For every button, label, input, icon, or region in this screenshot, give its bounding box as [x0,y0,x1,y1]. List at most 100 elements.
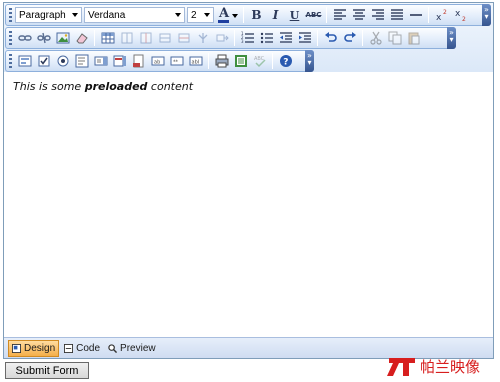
cut-button[interactable] [366,29,385,47]
font-select-value: Verdana [88,9,126,21]
table-column-icon [121,32,132,44]
insert-listbox-button[interactable] [110,52,129,70]
separator [362,30,363,46]
spellcheck-icon: ABC [254,56,266,68]
code-mode-label: Code [76,342,101,354]
svg-text:2: 2 [462,16,466,22]
toolbar-grip[interactable] [9,30,12,46]
submit-form-button[interactable]: Submit Form [5,362,89,379]
remove-link-button[interactable] [34,29,53,47]
format-select-value: Paragraph [19,9,66,21]
chevron-down-icon [204,13,210,17]
ordered-list-button[interactable]: 123 [238,29,257,47]
align-right-icon [371,9,384,20]
editor-content[interactable]: This is some preloaded content [13,80,483,93]
print-button[interactable] [212,52,231,70]
spell-check-button[interactable]: ABC [250,52,269,70]
svg-text:**: ** [173,60,179,66]
superscript-button[interactable]: x2 [432,6,451,24]
separator [234,30,235,46]
help-button[interactable]: ? [276,52,295,70]
toolbar-overflow-icon[interactable]: » ▾ [482,4,491,26]
align-left-icon [333,9,346,20]
paste-button[interactable] [404,29,423,47]
unordered-list-button[interactable] [257,29,276,47]
preview-mode-tab[interactable]: Preview [105,340,159,357]
separator [94,30,95,46]
toolbar-grip[interactable] [9,7,12,23]
font-color-bar [218,20,229,23]
font-select[interactable]: Verdana [84,7,185,23]
font-color-button[interactable]: A [214,6,240,24]
chevron-down-icon [175,13,181,17]
separator [208,53,209,69]
split-cell-button[interactable] [193,29,212,47]
insert-table-button[interactable] [98,29,117,47]
toolbar-overflow-icon[interactable]: » ▾ [447,27,456,49]
text-field-icon: abI [189,56,202,66]
chevron-down-icon [72,13,78,17]
undo-button[interactable] [321,29,340,47]
insert-row-button[interactable] [155,29,174,47]
svg-text:3: 3 [241,39,244,44]
clear-formatting-button[interactable] [72,29,91,47]
copy-button[interactable] [385,29,404,47]
outdent-icon [279,32,292,43]
insert-radio-button[interactable] [53,52,72,70]
insert-hidden-field-button[interactable] [129,52,148,70]
size-select[interactable]: 2 [187,7,214,23]
separator [326,7,327,23]
delete-column-button[interactable] [136,29,155,47]
subscript-button[interactable]: x2 [451,6,470,24]
strikethrough-button[interactable]: ABC [304,6,323,24]
separator [243,7,244,23]
svg-text:2: 2 [443,9,447,16]
merge-cell-button[interactable] [212,29,231,47]
justify-icon [390,9,403,20]
subscript-icon: x2 [455,9,466,22]
align-right-button[interactable] [368,6,387,24]
outdent-button[interactable] [276,29,295,47]
svg-text:x: x [455,9,461,19]
select-all-button[interactable] [231,52,250,70]
unlink-icon [36,32,51,44]
insert-textbox-button[interactable]: ab [148,52,167,70]
horizontal-rule-button[interactable] [406,6,425,24]
insert-password-button[interactable]: ** [167,52,186,70]
insert-text-field-button[interactable]: abI [186,52,205,70]
magnifier-icon [108,343,118,353]
toolbar-overflow-icon[interactable]: » ▾ [305,50,314,72]
font-color-icon: A [218,5,230,21]
design-icon [12,343,21,353]
design-mode-tab[interactable]: Design [8,339,60,357]
listbox-icon [113,55,126,67]
bold-button[interactable]: B [247,6,266,24]
format-select[interactable]: Paragraph [15,7,82,23]
insert-link-button[interactable] [15,29,34,47]
insert-checkbox-button[interactable] [34,52,53,70]
insert-form-button[interactable] [15,52,34,70]
indent-button[interactable] [295,29,314,47]
justify-button[interactable] [387,6,406,24]
toolbar-area: Paragraph Verdana 2 A B I U ABC x 2 x 2 … [4,3,493,72]
italic-button[interactable]: I [266,6,285,24]
link-icon [17,35,32,41]
image-icon [56,32,69,44]
insert-select-button[interactable] [91,52,110,70]
insert-column-button[interactable] [117,29,136,47]
redo-button[interactable] [340,29,359,47]
table-delete-column-icon [140,32,151,44]
code-mode-tab[interactable]: Code [61,340,103,357]
toolbar-grip[interactable] [9,53,12,69]
ordered-list-icon: 123 [241,31,254,44]
insert-textarea-button[interactable] [72,52,91,70]
align-center-button[interactable] [349,6,368,24]
split-cell-icon [198,33,207,43]
underline-button[interactable]: U [285,6,304,24]
printer-icon [215,54,228,68]
merge-cell-icon [216,34,229,42]
align-left-button[interactable] [330,6,349,24]
insert-image-button[interactable] [53,29,72,47]
delete-row-button[interactable] [174,29,193,47]
horizontal-rule-icon [409,14,422,16]
